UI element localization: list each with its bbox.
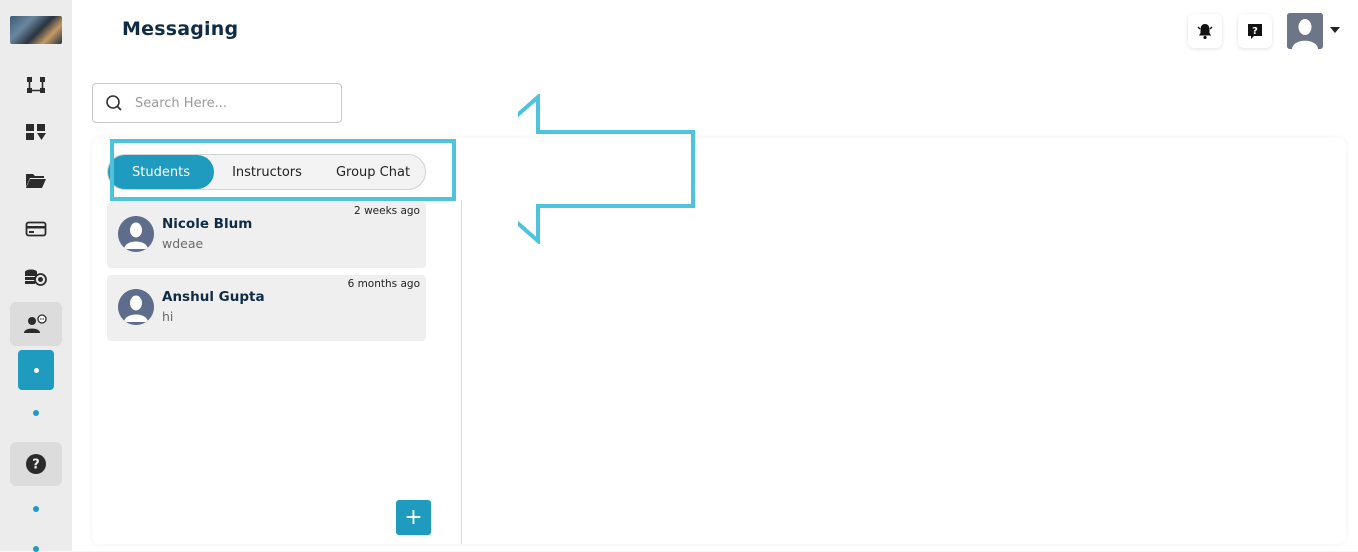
page-title: Messaging: [122, 18, 239, 40]
sub-nav-item-active[interactable]: [18, 350, 54, 390]
bell-icon: [1197, 24, 1213, 40]
new-chat-button[interactable]: +: [396, 500, 431, 535]
help-icon[interactable]: ?: [10, 442, 62, 486]
dashboard-icon[interactable]: [10, 110, 62, 154]
conversation-time: 2 weeks ago: [354, 205, 420, 217]
conversation-name: Anshul Gupta: [162, 289, 265, 305]
conversation-item[interactable]: Nicole Blum wdeae 2 weeks ago: [107, 202, 426, 268]
sidebar: ?: [0, 0, 72, 552]
user-chat-icon[interactable]: [10, 302, 62, 346]
conversation-preview: wdeae: [162, 236, 204, 251]
question-icon: ?: [1248, 24, 1262, 39]
conversation-time: 6 months ago: [347, 278, 420, 290]
user-avatar-icon[interactable]: [1287, 13, 1323, 49]
folder-icon[interactable]: [10, 158, 62, 202]
workflow-icon[interactable]: [10, 63, 62, 107]
avatar: [118, 289, 154, 325]
svg-text:?: ?: [1252, 26, 1258, 37]
chevron-down-icon[interactable]: [1330, 27, 1340, 33]
bullet-icon: [33, 367, 39, 373]
search-box: [92, 83, 342, 123]
sub-nav-item[interactable]: [33, 410, 39, 416]
search-icon: [106, 95, 122, 111]
svg-text:?: ?: [32, 458, 40, 473]
sub-nav-item[interactable]: [33, 546, 39, 552]
coins-icon[interactable]: [10, 255, 62, 299]
main-content: Messaging ? Students Instructors: [72, 0, 1358, 551]
sub-nav-item[interactable]: [33, 506, 39, 512]
card-icon[interactable]: [10, 207, 62, 251]
annotation-arrow-icon: [518, 94, 695, 244]
conversation-item[interactable]: Anshul Gupta hi 6 months ago: [107, 275, 426, 341]
conversation-preview: hi: [162, 309, 174, 324]
search-input[interactable]: [133, 94, 327, 112]
notification-button[interactable]: [1188, 14, 1222, 48]
logo-image[interactable]: [10, 16, 62, 44]
annotation-highlight-box: [110, 139, 456, 201]
panel-divider: [461, 200, 462, 544]
conversation-name: Nicole Blum: [162, 216, 253, 232]
avatar: [118, 216, 154, 252]
help-button[interactable]: ?: [1238, 14, 1272, 48]
